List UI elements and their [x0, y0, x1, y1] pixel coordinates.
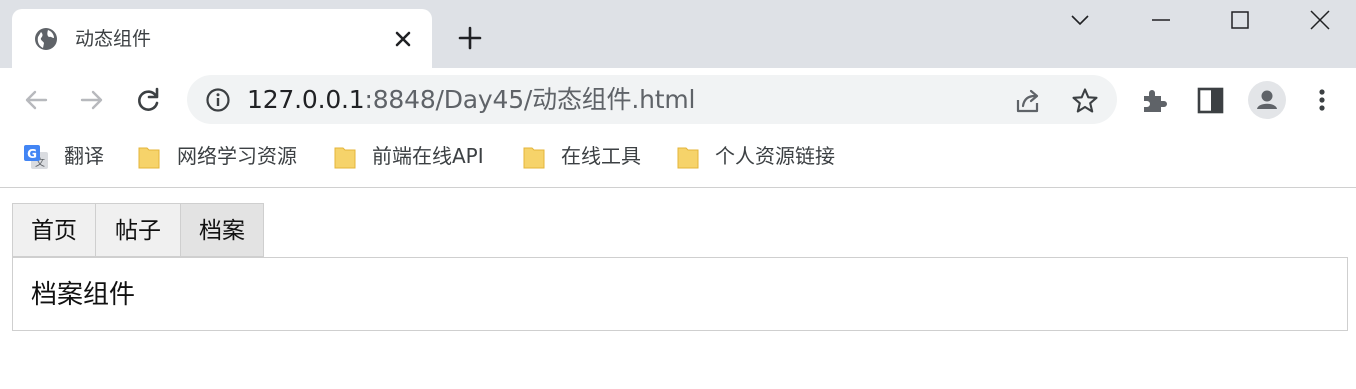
tab-strip: 动态组件: [0, 0, 1356, 68]
extensions-icon[interactable]: [1140, 84, 1170, 116]
folder-icon: [522, 144, 548, 170]
tab-title: 动态组件: [75, 28, 152, 50]
tab-archive[interactable]: 档案: [180, 203, 264, 257]
share-icon[interactable]: [1014, 87, 1042, 115]
side-panel-icon[interactable]: [1196, 84, 1226, 116]
plus-icon[interactable]: [456, 24, 484, 52]
folder-icon: [676, 144, 702, 170]
bookmark-label: 前端在线API: [372, 144, 484, 168]
forward-icon[interactable]: [76, 84, 108, 116]
bookmark-label: 个人资源链接: [715, 144, 835, 168]
component-panel: 档案组件: [12, 257, 1348, 331]
chevron-down-icon[interactable]: [1068, 8, 1092, 32]
globe-icon: [34, 27, 58, 51]
address-bar[interactable]: 127.0.0.1:8848/Day45/动态组件.html: [187, 75, 1117, 124]
tab-posts[interactable]: 帖子: [95, 203, 181, 257]
profile-icon[interactable]: [1248, 81, 1286, 119]
bookmark-translate[interactable]: 文 G 翻译: [23, 142, 113, 172]
minimize-icon[interactable]: [1149, 8, 1173, 32]
url-path: :8848/Day45/动态组件.html: [364, 85, 696, 114]
bookmark-folder-learning[interactable]: 网络学习资源: [137, 142, 307, 172]
folder-icon: [137, 144, 163, 170]
bookmark-folder-online-tools[interactable]: 在线工具: [522, 142, 652, 172]
bookmark-label: 网络学习资源: [177, 144, 297, 168]
browser-tab[interactable]: 动态组件: [12, 9, 432, 68]
component-content-text: 档案组件: [31, 280, 136, 310]
info-icon[interactable]: [205, 87, 231, 113]
url-host: 127.0.0.1: [247, 85, 365, 114]
google-translate-icon: 文 G: [23, 144, 49, 170]
menu-icon[interactable]: [1308, 84, 1336, 116]
browser-toolbar: 127.0.0.1:8848/Day45/动态组件.html: [0, 68, 1356, 132]
close-window-icon[interactable]: [1308, 8, 1332, 32]
tab-home[interactable]: 首页: [12, 203, 96, 257]
bookmarks-bar: 文 G 翻译 网络学习资源 前端在线API 在线工具 个人资源链接: [0, 132, 1356, 188]
reload-icon[interactable]: [132, 84, 164, 116]
maximize-icon[interactable]: [1228, 8, 1252, 32]
back-icon[interactable]: [20, 84, 52, 116]
bookmark-folder-frontend-api[interactable]: 前端在线API: [333, 142, 498, 172]
close-icon[interactable]: [392, 28, 414, 50]
bookmark-label: 翻译: [64, 144, 104, 168]
svg-text:G: G: [27, 147, 37, 161]
url-text[interactable]: 127.0.0.1:8848/Day45/动态组件.html: [247, 85, 695, 115]
folder-icon: [333, 144, 359, 170]
star-icon[interactable]: [1071, 87, 1099, 115]
bookmark-label: 在线工具: [561, 144, 641, 168]
bookmark-folder-personal[interactable]: 个人资源链接: [676, 142, 846, 172]
page-viewport: 首页 帖子 档案 档案组件: [0, 188, 1356, 389]
